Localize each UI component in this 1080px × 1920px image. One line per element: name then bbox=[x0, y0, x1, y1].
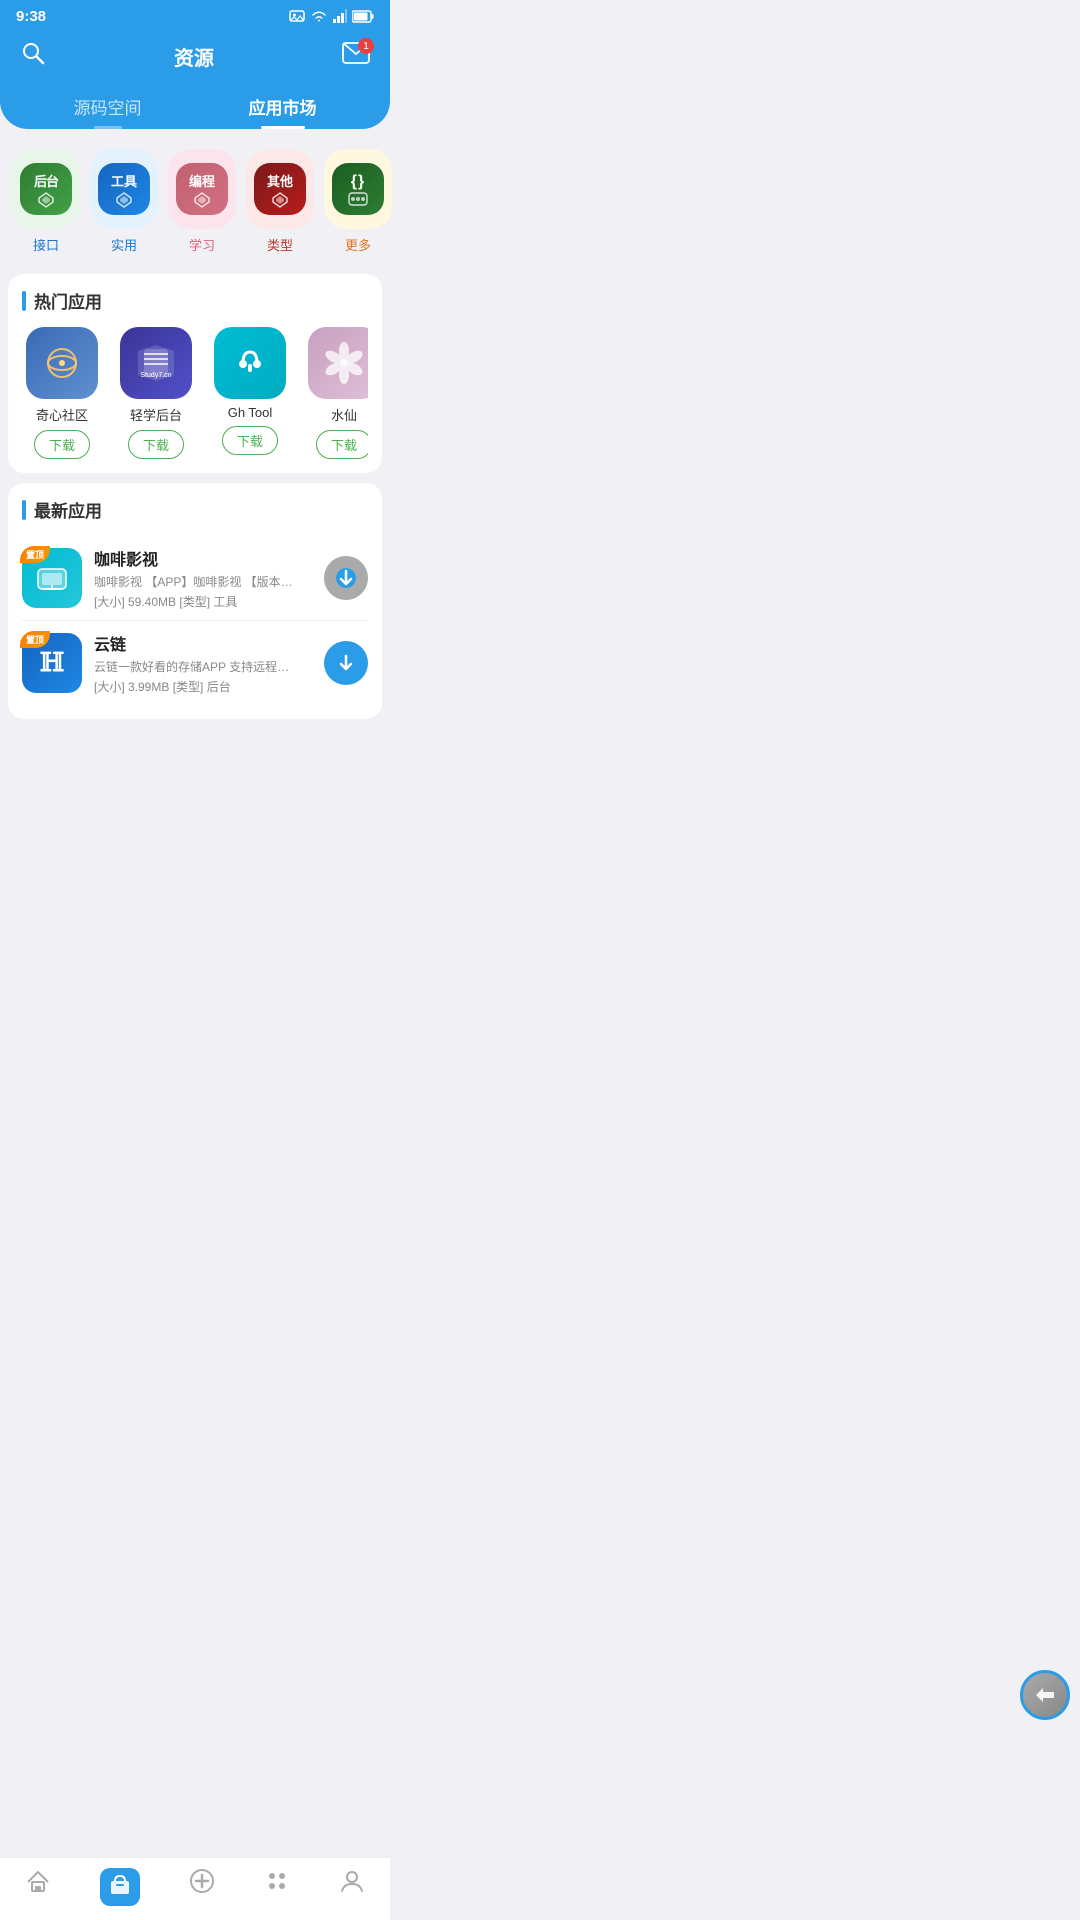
nav-shop[interactable] bbox=[100, 1868, 140, 1906]
kafei-desc: 咖啡影视 【APP】咖啡影视 【版本】V1.... bbox=[94, 573, 294, 590]
yunlian-name: 云链 bbox=[94, 631, 312, 655]
hot-apps-section: 热门应用 奇心社区 下载 Study7.cn 轻学后台 下载 bbox=[8, 274, 382, 473]
status-icons bbox=[289, 9, 374, 23]
shuixian-icon bbox=[308, 327, 368, 399]
page-title: 资源 bbox=[46, 42, 342, 71]
status-time: 9:38 bbox=[16, 8, 46, 25]
float-action-button[interactable] bbox=[1020, 1670, 1070, 1720]
nav-add[interactable] bbox=[189, 1868, 215, 1906]
mail-badge: 1 bbox=[358, 38, 374, 54]
photo-icon bbox=[289, 9, 305, 23]
shop-icon-bg bbox=[100, 1868, 140, 1906]
kafei-download-btn[interactable] bbox=[324, 556, 368, 600]
app-list-item-yunlian[interactable]: ℍ 置顶 云链 云链一款好看的存储APP 支持远程文档，... [大小] 3.9… bbox=[22, 621, 368, 705]
kafei-app-icon: 置顶 bbox=[22, 548, 82, 608]
shop-icon bbox=[108, 1872, 132, 1896]
qixin-name: 奇心社区 bbox=[36, 405, 88, 424]
hot-app-shuixian[interactable]: 水仙 下载 bbox=[304, 327, 368, 459]
latest-apps-title: 最新应用 bbox=[34, 497, 102, 522]
category-prog-label: 学习 bbox=[189, 235, 215, 254]
hot-app-qixin[interactable]: 奇心社区 下载 bbox=[22, 327, 102, 459]
kafei-badge: 置顶 bbox=[20, 546, 50, 563]
svg-text:ℍ: ℍ bbox=[40, 648, 65, 677]
shuixian-download[interactable]: 下载 bbox=[316, 430, 368, 459]
nav-user[interactable] bbox=[339, 1868, 365, 1906]
category-tool-label: 实用 bbox=[111, 235, 137, 254]
category-other-label: 类型 bbox=[267, 235, 293, 254]
header: 资源 1 源码空间 应用市场 bbox=[0, 32, 390, 129]
ghtool-download[interactable]: 下载 bbox=[222, 426, 278, 455]
search-icon bbox=[20, 40, 46, 66]
kafei-name: 咖啡影视 bbox=[94, 546, 312, 570]
svg-text:Study7.cn: Study7.cn bbox=[140, 372, 171, 379]
study7-download[interactable]: 下载 bbox=[128, 430, 184, 459]
latest-apps-indicator bbox=[22, 500, 26, 520]
search-button[interactable] bbox=[20, 40, 46, 72]
category-more-label: 更多 bbox=[345, 235, 371, 254]
category-api[interactable]: 后台 接口 bbox=[12, 149, 80, 254]
category-more[interactable]: {} 更多 bbox=[324, 149, 392, 254]
battery-icon bbox=[352, 10, 374, 23]
hot-apps-title: 热门应用 bbox=[34, 288, 102, 313]
hot-apps-indicator bbox=[22, 291, 26, 311]
add-icon bbox=[189, 1868, 215, 1894]
qixin-icon bbox=[26, 327, 98, 399]
category-prog[interactable]: 编程 学习 bbox=[168, 149, 236, 254]
kafei-meta: [大小] 59.40MB [类型] 工具 bbox=[94, 593, 312, 610]
mail-button[interactable]: 1 bbox=[342, 42, 370, 70]
ghtool-icon bbox=[214, 327, 286, 399]
nav-apps[interactable] bbox=[264, 1868, 290, 1906]
nav-home[interactable] bbox=[25, 1868, 51, 1906]
tab-bar: 源码空间 应用市场 bbox=[20, 86, 370, 129]
study7-name: 轻学后台 bbox=[130, 405, 182, 424]
bottom-navigation bbox=[0, 1857, 390, 1920]
yunlian-info: 云链 云链一款好看的存储APP 支持远程文档，... [大小] 3.99MB [… bbox=[94, 631, 312, 695]
category-api-label: 接口 bbox=[33, 235, 59, 254]
latest-apps-section: 最新应用 置顶 咖啡影视 咖啡影视 【APP】咖啡影视 【版本】V1.... [… bbox=[8, 483, 382, 719]
hot-app-study7[interactable]: Study7.cn 轻学后台 下载 bbox=[116, 327, 196, 459]
tab-source[interactable]: 源码空间 bbox=[20, 86, 195, 129]
study7-icon: Study7.cn bbox=[120, 327, 192, 399]
signal-icon bbox=[333, 9, 347, 23]
home-icon bbox=[25, 1868, 51, 1894]
yunlian-app-icon: ℍ 置顶 bbox=[22, 633, 82, 693]
tab-market[interactable]: 应用市场 bbox=[195, 86, 370, 129]
yunlian-desc: 云链一款好看的存储APP 支持远程文档，... bbox=[94, 658, 294, 675]
app-list-item-kafei[interactable]: 置顶 咖啡影视 咖啡影视 【APP】咖啡影视 【版本】V1.... [大小] 5… bbox=[22, 536, 368, 621]
status-bar: 9:38 bbox=[0, 0, 390, 32]
hot-apps-list: 奇心社区 下载 Study7.cn 轻学后台 下载 Gh Tool 下载 bbox=[22, 327, 368, 459]
yunlian-meta: [大小] 3.99MB [类型] 后台 bbox=[94, 678, 312, 695]
kafei-info: 咖啡影视 咖啡影视 【APP】咖啡影视 【版本】V1.... [大小] 59.4… bbox=[94, 546, 312, 610]
hot-app-ghtool[interactable]: Gh Tool 下载 bbox=[210, 327, 290, 459]
shuixian-name: 水仙 bbox=[331, 405, 357, 424]
apps-icon bbox=[264, 1868, 290, 1894]
ghtool-name: Gh Tool bbox=[228, 405, 273, 420]
yunlian-download-btn[interactable] bbox=[324, 641, 368, 685]
float-action-icon bbox=[1032, 1682, 1058, 1708]
wifi-icon bbox=[310, 9, 328, 23]
category-other[interactable]: 其他 类型 bbox=[246, 149, 314, 254]
user-icon bbox=[339, 1868, 365, 1894]
category-tool[interactable]: 工具 实用 bbox=[90, 149, 158, 254]
category-row: 后台 接口 工具 实用 编程 学习 bbox=[0, 129, 390, 264]
qixin-download[interactable]: 下载 bbox=[34, 430, 90, 459]
